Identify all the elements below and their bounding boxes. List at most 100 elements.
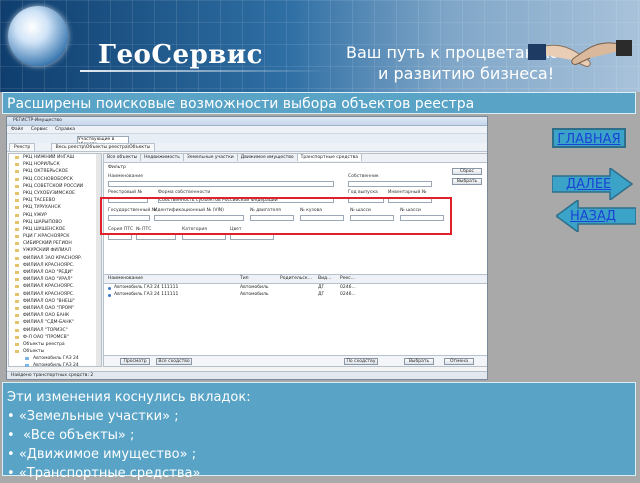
new-fields-highlight (100, 197, 452, 235)
tree-node[interactable]: ФИЛИАЛ КРАСНОЯРС. (9, 283, 101, 290)
tree-node-car[interactable]: Автомобиль ГАЗ 24 (9, 355, 101, 362)
col-kind[interactable]: Вид... (318, 276, 331, 281)
tree-node[interactable]: Ф-Л ОАО "ПРОМСВ" (9, 334, 101, 341)
tree-node[interactable]: РКЦ НИЖНИЙ ИНГАШ (9, 154, 101, 161)
tab-registry[interactable]: Реестр (9, 143, 36, 152)
tree-node[interactable]: ФИЛИАЛ ОАО "ВНЕШ" (9, 298, 101, 305)
cell-kind: ДГ (318, 285, 325, 290)
change-item-text: «Земельные участки» ; (18, 409, 179, 424)
cell-name: Автомобиль ГАЗ 24 111111 (114, 292, 179, 297)
tree-node-car[interactable]: Автомобиль ГАЗ 24 (9, 362, 101, 369)
cell-registry: 0246... (340, 285, 356, 290)
main-button[interactable]: ГЛАВНАЯ (552, 128, 626, 148)
menu-service[interactable]: Сервис (31, 127, 48, 132)
cancel-button[interactable]: Отмена (444, 358, 474, 365)
cell-type: Автомобиль (240, 285, 269, 290)
tree-node[interactable]: РЦИ Г.КРАСНОЯРСК (9, 233, 101, 240)
tree-node[interactable]: ФИЛИАЛ ЗАО КРАСНОЯР. (9, 255, 101, 262)
brand-underline (80, 70, 330, 72)
tab-movable-property[interactable]: Движимое имущество (238, 154, 298, 161)
reset-button[interactable]: Сброс (452, 168, 482, 175)
handshake-icon (528, 40, 632, 67)
ownership-label: Форма собственности (158, 190, 211, 195)
window-titlebar: РЕГИСТР-Имущество (7, 117, 487, 126)
slide-title: Расширены поисковые возможности выбора о… (2, 92, 636, 114)
reg-no-label: Реестровый № (108, 190, 143, 195)
changes-intro: Эти изменения коснулись вкладок: (7, 390, 251, 405)
tree-node[interactable]: СИБИРСКИЙ РЕГИОН (9, 240, 101, 247)
name-label: Наименование (108, 174, 143, 179)
tree-node[interactable]: ФИЛИАЛ "СДМ-БАНК" (9, 319, 101, 326)
cell-registry: 0246... (340, 292, 356, 297)
change-item-text: «Транспортные средства» (18, 466, 201, 481)
tree-node[interactable]: ФИЛИАЛ ОАО БАНК (9, 312, 101, 319)
change-item: • «Все объекты» ; (7, 428, 135, 443)
menu-help[interactable]: Справка (55, 127, 75, 132)
path-breadcrumb: Весь реестр\Объекты реестра\Объекты (50, 143, 156, 152)
change-item: • «Движимое имущество» ; (7, 447, 197, 462)
vehicle-icon (108, 287, 111, 290)
grid-header: Наименование Тип Родительск... Вид... Ре… (104, 274, 487, 284)
change-item-text: «Движимое имущество» ; (18, 447, 197, 462)
by-match-button[interactable]: По сходству (344, 358, 378, 365)
back-link[interactable]: НАЗАД (570, 209, 616, 224)
status-bar: Найдено транспортных средств: 2 (7, 371, 487, 379)
tree-node[interactable]: РКЦ СОВЕТСКОЙ РОССИИ (9, 183, 101, 190)
tree-node[interactable]: РКЦ ШАРЫПОВО (9, 219, 101, 226)
tree-node[interactable]: ФИЛИАЛ "ТОРИЭС" (9, 327, 101, 334)
select-button[interactable]: Выбрать (404, 358, 434, 365)
col-registry[interactable]: Реес... (340, 276, 355, 281)
table-row[interactable]: Автомобиль ГАЗ 24 111111 Автомобиль ДГ 0… (104, 292, 487, 299)
tab-land-plots[interactable]: Земельные участки (184, 154, 238, 161)
col-type[interactable]: Тип (240, 276, 249, 281)
vehicle-icon (108, 294, 111, 297)
tree-scrollbar[interactable] (96, 154, 101, 366)
tree-node[interactable]: РКЦ ШУШЕНСКОЕ (9, 226, 101, 233)
tab-all-objects[interactable]: Все объекты (104, 154, 142, 161)
issue-year-label: Год выпуска (348, 190, 378, 195)
next-link[interactable]: ДАЛЕЕ (566, 177, 611, 192)
tree-node[interactable]: ФИЛИАЛ ОАО "УРАЛ" (9, 276, 101, 283)
tree-node[interactable]: УЖУРСКИЙ ФИЛИАЛ (9, 247, 101, 254)
tree-node[interactable]: РКЦ ТУРУХАНСК (9, 204, 101, 211)
inventory-label: Инвентарный № (388, 190, 427, 195)
header-banner: ГеоСервис Ваш путь к процветанию и разви… (0, 0, 640, 92)
menu-file[interactable]: Файл (11, 127, 23, 132)
view-button[interactable]: Просмотр (120, 358, 150, 365)
select-filter-button[interactable]: Выбрать (452, 178, 482, 185)
object-tabs: Все объекты Недвижимость Земельные участки… (104, 154, 487, 163)
registry-tree[interactable]: РКЦ НИЖНИЙ ИНГАШ РКЦ НОРИЛЬСК РКЦ ОКТЯБРЬС… (8, 153, 102, 369)
tree-node[interactable]: РКЦ СОСНОВОБОРСК (9, 176, 101, 183)
col-parent[interactable]: Родительск... (280, 276, 312, 281)
tree-node[interactable]: РКЦ СУХОБУЗИМСКОЕ (9, 190, 101, 197)
app-screenshot: РЕГИСТР-Имущество Файл Сервис Справка Уч… (6, 116, 488, 380)
owner-label: Собственник (348, 174, 379, 179)
top-tabstrip: Реестр Весь реестр\Объекты реестра\Объек… (7, 143, 487, 152)
globe-logo-icon (8, 6, 68, 66)
filter-title: Фильтр (108, 165, 126, 170)
tree-node[interactable]: РКЦ НОРИЛЬСК (9, 161, 101, 168)
tree-node[interactable]: РКЦ ОКТЯБРЬСКОЕ (9, 168, 101, 175)
tree-node[interactable]: ФИЛИАЛ ОАО "РЕДИ" (9, 269, 101, 276)
tree-node[interactable]: РКЦ УЖУР (9, 212, 101, 219)
owner-field[interactable] (348, 181, 432, 187)
tree-node-registry-objects[interactable]: Объекты реестра (9, 341, 101, 348)
cell-type: Автомобиль (240, 292, 269, 297)
tree-node-objects[interactable]: Объекты (9, 348, 101, 355)
main-link[interactable]: ГЛАВНАЯ (557, 132, 620, 147)
objects-panel: Все объекты Недвижимость Земельные участки… (103, 153, 487, 367)
col-name[interactable]: Наименование (108, 276, 143, 281)
change-item: • «Земельные участки» ; (7, 409, 179, 424)
tree-node[interactable]: ФИЛИАЛ ОАО "ПРОМ" (9, 305, 101, 312)
change-item: • «Транспортные средства» (7, 466, 201, 481)
table-row[interactable]: Автомобиль ГАЗ 24 111111 Автомобиль ДГ 0… (104, 285, 487, 292)
tree-node[interactable]: РКЦ ТАСЕЕВО (9, 197, 101, 204)
tab-vehicles[interactable]: Транспортные средства (297, 154, 363, 161)
tree-node[interactable]: ФИЛИАЛ КРАСНОЯРС. (9, 291, 101, 298)
tab-real-estate[interactable]: Недвижимость (141, 154, 184, 161)
name-field[interactable] (108, 181, 334, 187)
cell-name: Автомобиль ГАЗ 24 111111 (114, 285, 179, 290)
tree-node[interactable]: ФИЛИАЛ КРАСНОЯРС. (9, 262, 101, 269)
all-match-button[interactable]: Все сходство (156, 358, 192, 365)
change-item-text: «Все объекты» ; (22, 428, 135, 443)
